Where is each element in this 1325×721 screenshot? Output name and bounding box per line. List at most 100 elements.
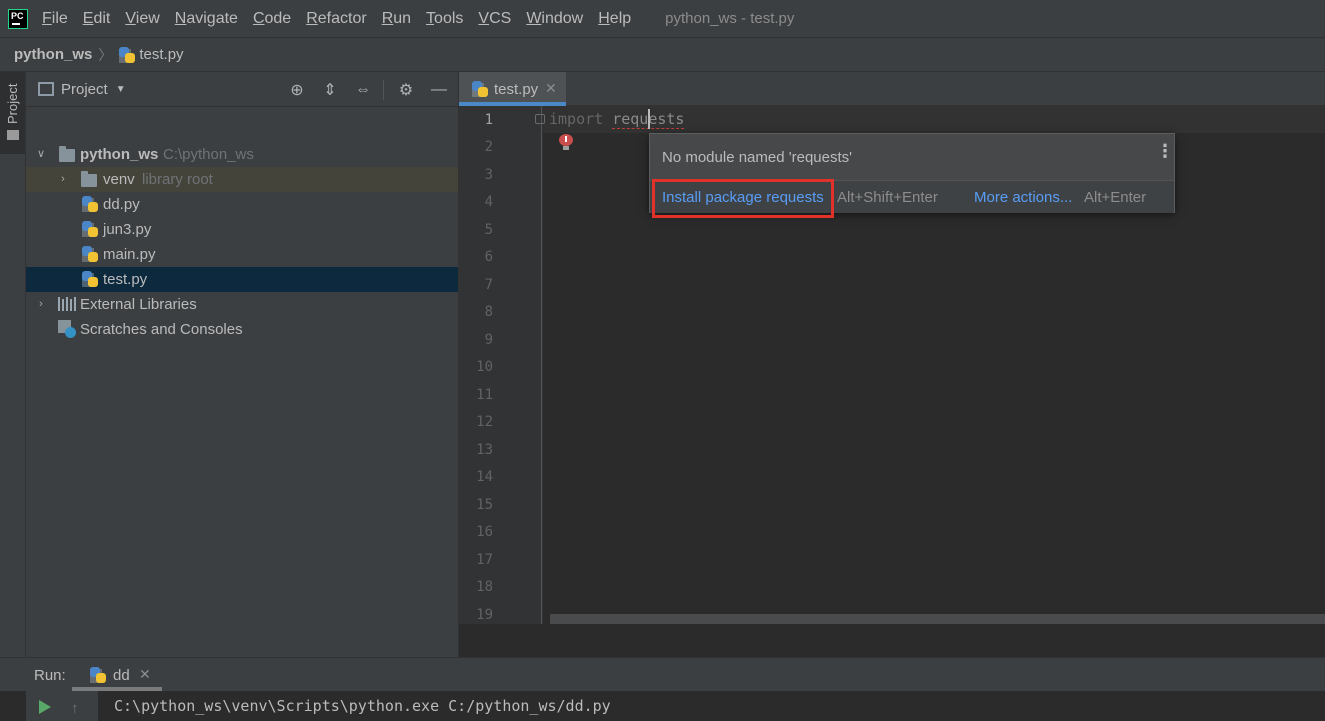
folder-icon: [81, 171, 97, 187]
python-file-icon: [472, 81, 488, 97]
chevron-right-icon[interactable]: ›: [57, 173, 69, 185]
tree-root-label: python_ws: [80, 146, 159, 163]
code-keyword: import: [549, 110, 604, 128]
breadcrumb: python_ws 〉 test.py: [0, 37, 1325, 72]
python-file-icon: [82, 196, 98, 212]
menu-bar: PC File Edit View Navigate Code Refactor…: [0, 0, 1325, 37]
python-file-icon: [82, 221, 98, 237]
close-icon[interactable]: ✕: [139, 666, 151, 683]
run-console: ↑ C:\python_ws\venv\Scripts\python.exe C…: [0, 691, 1325, 721]
line-number: 9: [484, 332, 493, 348]
code-line-1[interactable]: import requests: [549, 110, 685, 129]
line-number: 2: [484, 139, 493, 155]
project-view-selector[interactable]: Project: [61, 81, 108, 98]
menu-view[interactable]: View: [125, 10, 159, 28]
collapse-all-icon[interactable]: ⇔: [352, 79, 374, 101]
project-tool-window-button[interactable]: Project: [0, 72, 25, 154]
tree-external-libraries-label: External Libraries: [80, 296, 197, 313]
arrow-up-icon[interactable]: ↑: [71, 700, 79, 717]
run-toolbar: ↑: [26, 691, 98, 721]
divider: [383, 80, 384, 100]
menu-navigate[interactable]: Navigate: [175, 10, 238, 28]
gear-icon[interactable]: ⚙: [395, 79, 417, 101]
error-lightbulb-icon[interactable]: [559, 134, 573, 150]
tree-venv-note: library root: [142, 171, 213, 188]
tree-node-external-libraries[interactable]: › External Libraries: [26, 292, 458, 317]
tree-node-file[interactable]: main.py: [26, 242, 458, 267]
menu-code[interactable]: Code: [253, 10, 291, 28]
rerun-play-icon[interactable]: [39, 700, 51, 714]
breadcrumb-file[interactable]: test.py: [139, 46, 183, 63]
tree-file-label: dd.py: [103, 196, 140, 213]
line-number: 6: [484, 249, 493, 265]
tree-node-scratches[interactable]: Scratches and Consoles: [26, 317, 458, 342]
run-label: Run:: [34, 667, 66, 684]
menu-run[interactable]: Run: [382, 10, 411, 28]
breadcrumb-project[interactable]: python_ws: [14, 46, 92, 63]
line-number: 18: [476, 579, 493, 595]
hide-icon[interactable]: —: [428, 79, 450, 101]
error-message: No module named 'requests': [662, 149, 852, 166]
expand-all-icon[interactable]: ⇕: [319, 79, 341, 101]
menu-file[interactable]: File: [42, 10, 68, 28]
tree-file-label: main.py: [103, 246, 156, 263]
console-command-output: C:\python_ws\venv\Scripts\python.exe C:/…: [114, 697, 611, 715]
python-file-icon: [119, 46, 136, 63]
line-number: 19: [476, 607, 493, 623]
tree-node-file-selected[interactable]: test.py: [26, 267, 458, 292]
install-shortcut: Alt+Shift+Enter: [837, 189, 938, 206]
tree-venv-label: venv: [103, 171, 135, 188]
line-number: 15: [476, 497, 493, 513]
horizontal-scrollbar[interactable]: [550, 614, 1325, 624]
tree-file-label: jun3.py: [103, 221, 152, 238]
project-tool-label: Project: [5, 83, 20, 124]
more-vertical-icon[interactable]: ⋮: [1156, 142, 1174, 160]
fold-marker-icon[interactable]: [535, 114, 545, 124]
line-number: 8: [484, 304, 493, 320]
line-number: 17: [476, 552, 493, 568]
menu-vcs[interactable]: VCS: [478, 10, 511, 28]
tree-node-venv[interactable]: › venv library root: [26, 167, 458, 192]
python-file-icon: [82, 271, 98, 287]
tree-node-root[interactable]: ∨ python_ws C:\python_ws: [26, 142, 458, 167]
annotation-highlight-box: [652, 179, 834, 218]
project-panel-header: Project ▼ ⊕ ⇕ ⇔ ⚙ —: [26, 72, 458, 107]
more-actions-link[interactable]: More actions...: [974, 189, 1072, 206]
project-panel: Project ▼ ⊕ ⇕ ⇔ ⚙ — ∨ python_ws C:\pytho…: [26, 72, 459, 657]
run-header: Run: dd ✕: [0, 658, 1325, 691]
line-number: 13: [476, 442, 493, 458]
text-caret: [648, 109, 650, 129]
locate-file-icon[interactable]: ⊕: [286, 79, 308, 101]
run-tab-dd[interactable]: dd ✕: [72, 658, 162, 691]
line-number: 7: [484, 277, 493, 293]
library-icon: [58, 297, 76, 311]
menu-window[interactable]: Window: [526, 10, 583, 28]
pycharm-logo-icon: PC: [8, 8, 28, 29]
run-panel: Run: dd ✕ ↑ C:\python_ws\venv\Scripts\py…: [0, 657, 1325, 721]
line-number: 10: [476, 359, 493, 375]
window-title: python_ws - test.py: [665, 10, 795, 27]
more-actions-shortcut: Alt+Enter: [1084, 189, 1147, 206]
run-tab-label: dd: [113, 667, 130, 684]
menu-help[interactable]: Help: [598, 10, 631, 28]
folder-icon: [7, 130, 19, 140]
tree-node-file[interactable]: jun3.py: [26, 217, 458, 242]
editor-tab-test-py[interactable]: test.py ✕: [459, 72, 566, 106]
gutter-divider: [541, 106, 542, 624]
chevron-down-icon[interactable]: ∨: [35, 148, 47, 160]
line-number: 5: [484, 222, 493, 238]
project-view-icon: [38, 82, 54, 96]
menu-tools[interactable]: Tools: [426, 10, 463, 28]
menu-refactor[interactable]: Refactor: [306, 10, 366, 28]
left-tool-strip: Project: [0, 72, 26, 657]
editor-tab-label: test.py: [494, 81, 539, 98]
python-file-icon: [82, 246, 98, 262]
folder-icon: [59, 146, 75, 162]
tree-node-file[interactable]: dd.py: [26, 192, 458, 217]
menu-edit[interactable]: Edit: [83, 10, 111, 28]
line-number: 4: [484, 194, 493, 210]
chevron-right-icon[interactable]: ›: [35, 298, 47, 310]
close-icon[interactable]: ✕: [545, 80, 557, 97]
tree-file-label: test.py: [103, 271, 148, 288]
caret-down-icon[interactable]: ▼: [116, 84, 126, 95]
